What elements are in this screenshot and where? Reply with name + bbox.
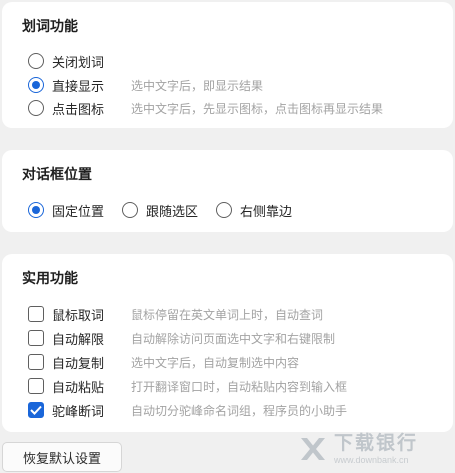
option-disable-selection[interactable]: 关闭划词: [28, 51, 104, 71]
option-follow-selection[interactable]: 跟随选区: [122, 201, 198, 220]
downbank-logo-icon: [301, 438, 325, 460]
option-label: 固定位置: [52, 204, 105, 220]
option-auto-copy[interactable]: 自动复制 选中文字后，自动复制选中内容: [28, 352, 299, 372]
word-selection-title: 划词功能: [22, 19, 78, 35]
option-label: 驼峰断词: [52, 404, 105, 420]
radio-fixed-position[interactable]: [28, 202, 44, 218]
option-description: 选中文字后，自动复制选中内容: [131, 356, 300, 370]
radio-right-edge[interactable]: [216, 202, 233, 218]
checkbox-auto-copy[interactable]: [28, 354, 44, 370]
option-auto-unlock[interactable]: 自动解限 自动解除访问页面选中文字和右键限制: [28, 328, 335, 348]
radio-show-directly[interactable]: [28, 77, 44, 93]
option-show-directly[interactable]: 直接显示 选中文字后，即显示结果: [28, 75, 263, 95]
utilities-title: 实用功能: [22, 271, 78, 287]
option-description: 鼠标停留在英文单词上时，自动查词: [131, 308, 324, 322]
dialog-position-options: 固定位置 跟随选区 右侧靠边: [28, 200, 310, 220]
option-fixed-position[interactable]: 固定位置: [28, 201, 104, 220]
option-auto-paste[interactable]: 自动粘贴 打开翻译窗口时，自动粘贴内容到输入框: [28, 376, 347, 396]
option-label: 右侧靠边: [240, 204, 293, 220]
option-description: 选中文字后，先显示图标，点击图标再显示结果: [131, 102, 384, 116]
radio-disable-selection[interactable]: [28, 53, 44, 69]
option-label: 直接显示: [52, 79, 105, 95]
dialog-position-card: 对话框位置 固定位置 跟随选区 右侧靠边: [2, 150, 453, 232]
checkmark-icon: [30, 405, 42, 415]
option-description: 选中文字后，即显示结果: [131, 79, 264, 93]
option-label: 跟随选区: [146, 204, 199, 220]
checkbox-auto-paste[interactable]: [28, 378, 44, 394]
checkbox-mouse-lookup[interactable]: [28, 306, 44, 322]
radio-follow-selection[interactable]: [122, 202, 139, 218]
option-label: 自动复制: [52, 356, 105, 372]
watermark-sub-text: www.downbank.cn: [334, 454, 409, 465]
option-label: 自动粘贴: [52, 380, 105, 396]
option-description: 打开翻译窗口时，自动粘贴内容到输入框: [131, 380, 348, 394]
reset-defaults-button[interactable]: 恢复默认设置: [2, 442, 122, 472]
option-camelcase-split[interactable]: 驼峰断词 自动切分驼峰命名词组，程序员的小助手: [28, 400, 347, 420]
option-right-edge[interactable]: 右侧靠边: [216, 201, 292, 220]
dialog-position-title: 对话框位置: [22, 167, 92, 183]
word-selection-card: 划词功能 关闭划词 直接显示 选中文字后，即显示结果 点击图标 选中文字后，先显…: [2, 2, 453, 128]
option-label: 自动解限: [52, 332, 105, 348]
option-click-icon[interactable]: 点击图标 选中文字后，先显示图标，点击图标再显示结果: [28, 98, 383, 118]
option-label: 鼠标取词: [52, 308, 105, 324]
radio-click-icon[interactable]: [28, 100, 44, 116]
watermark-main-text: 下载银行: [334, 431, 419, 454]
watermark: 下载银行 www.downbank.cn: [298, 428, 448, 470]
option-label: 点击图标: [52, 102, 105, 118]
checkbox-camelcase-split[interactable]: [28, 402, 44, 418]
option-description: 自动切分驼峰命名词组，程序员的小助手: [131, 404, 348, 418]
option-label: 关闭划词: [52, 55, 105, 71]
option-mouse-lookup[interactable]: 鼠标取词 鼠标停留在英文单词上时，自动查词: [28, 304, 323, 324]
option-description: 自动解除访问页面选中文字和右键限制: [131, 332, 336, 346]
checkbox-auto-unlock[interactable]: [28, 330, 44, 346]
utilities-card: 实用功能 鼠标取词 鼠标停留在英文单词上时，自动查词 自动解限 自动解除访问页面…: [2, 254, 453, 432]
